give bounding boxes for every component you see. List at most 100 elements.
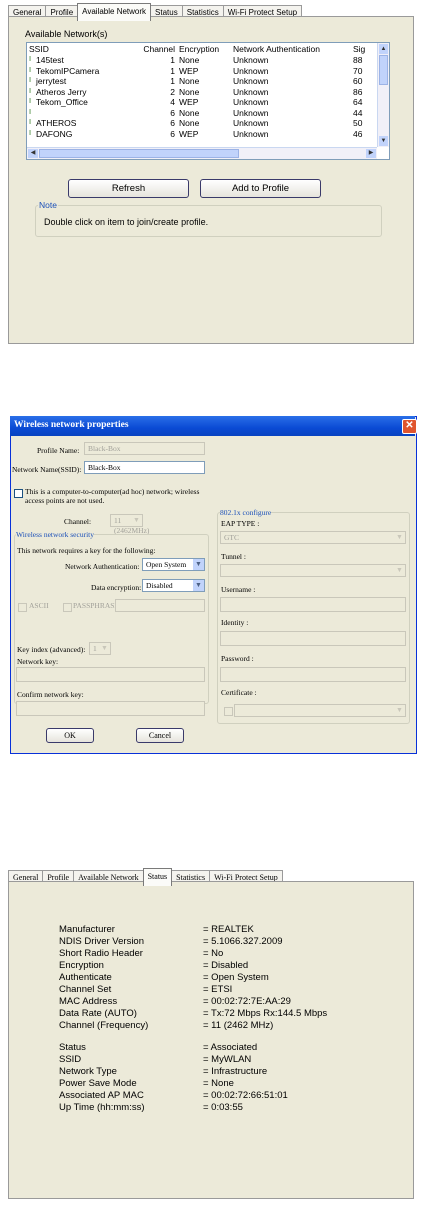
table-row[interactable]: Ⅰ 145test 1 None Unknown 88 xyxy=(27,55,387,66)
note-title: Note xyxy=(38,200,58,210)
table-row[interactable]: Ⅰ Tekom_Office 4 WEP Unknown 64 xyxy=(27,97,387,108)
status-value: = 11 (2462 MHz) xyxy=(203,1020,274,1031)
username-field[interactable] xyxy=(220,597,406,612)
chevron-down-icon: ▼ xyxy=(394,532,405,543)
chevron-down-icon: ▼ xyxy=(394,565,405,576)
status-label: Up Time (hh:mm:ss) xyxy=(59,1102,145,1113)
network-name-field[interactable]: Black-Box xyxy=(84,461,205,474)
wireless-signal-icon: Ⅰ xyxy=(29,66,32,74)
chevron-down-icon: ▼ xyxy=(99,643,110,654)
horizontal-scroll-thumb[interactable] xyxy=(39,149,239,158)
status-value: = 00:02:72:66:51:01 xyxy=(203,1090,288,1101)
status-label: MAC Address xyxy=(59,996,118,1007)
certificate-label: Certificate : xyxy=(221,688,257,697)
security-group-title: Wireless network security xyxy=(16,530,95,539)
data-encryption-select[interactable]: Disabled ▼ xyxy=(142,579,205,592)
security-intro-text: This network requires a key for the foll… xyxy=(17,546,156,555)
passphrase-checkbox[interactable] xyxy=(63,603,72,612)
wireless-signal-icon: Ⅰ xyxy=(29,87,32,95)
add-to-profile-button[interactable]: Add to Profile xyxy=(200,179,321,198)
scroll-left-arrow-icon[interactable]: ◀ xyxy=(28,149,38,158)
wireless-signal-icon: Ⅰ xyxy=(29,56,32,64)
confirm-key-label: Confirm network key: xyxy=(17,690,84,699)
table-row[interactable]: Ⅰjerrytest 1 None Unknown 60 xyxy=(27,76,387,87)
cancel-button[interactable]: Cancel xyxy=(136,728,184,743)
status-label: Channel (Frequency) xyxy=(59,1020,149,1031)
status-label: Short Radio Header xyxy=(59,948,143,959)
dialog-title: Wireless network properties xyxy=(14,420,129,430)
status-value: = MyWLAN xyxy=(203,1054,252,1065)
network-list[interactable]: SSID Channel Encryption Network Authenti… xyxy=(26,42,390,160)
status-label: NDIS Driver Version xyxy=(59,936,144,947)
network-key-field[interactable] xyxy=(16,667,205,682)
status-label: Status xyxy=(59,1042,86,1053)
table-row[interactable]: Ⅰ DAFONG 6 WEP Unknown 46 xyxy=(27,129,387,140)
eap-type-select[interactable]: GTC ▼ xyxy=(220,531,406,544)
status-value: = None xyxy=(203,1078,234,1089)
column-header-channel[interactable]: Channel xyxy=(135,43,177,55)
confirm-key-field[interactable] xyxy=(16,701,205,716)
adhoc-label-line2: access points are not used. xyxy=(25,496,105,505)
network-auth-label: Network Authentication: xyxy=(65,562,140,571)
network-auth-select[interactable]: Open System ▼ xyxy=(142,558,205,571)
passphrase-field[interactable] xyxy=(115,599,205,612)
table-row[interactable]: Ⅰ Atheros Jerry 2 None Unknown 86 xyxy=(27,87,387,98)
identity-label: Identity : xyxy=(221,618,249,627)
ascii-label: ASCII xyxy=(29,601,49,610)
status-value: = 5.1066.327.2009 xyxy=(203,936,283,947)
scroll-down-arrow-icon[interactable]: ▼ xyxy=(379,136,388,146)
certificate-select[interactable]: ▼ xyxy=(234,704,406,717)
note-text: Double click on item to join/create prof… xyxy=(44,217,209,227)
tunnel-select[interactable]: ▼ xyxy=(220,564,406,577)
status-value: = Disabled xyxy=(203,960,249,971)
refresh-button[interactable]: Refresh xyxy=(68,179,189,198)
wireless-signal-icon: Ⅰ xyxy=(29,119,32,127)
wireless-signal-icon: Ⅰ xyxy=(29,98,32,106)
vertical-scroll-thumb[interactable] xyxy=(379,55,388,85)
ok-button[interactable]: OK xyxy=(46,728,94,743)
status-label: Manufacturer xyxy=(59,924,115,935)
column-header-authentication[interactable]: Network Authentication xyxy=(231,43,351,55)
chevron-down-icon: ▼ xyxy=(193,580,204,591)
wireless-signal-icon: Ⅰ xyxy=(29,108,32,116)
identity-field[interactable] xyxy=(220,631,406,646)
status-label: Encryption xyxy=(59,960,104,971)
status-value: = REALTEK xyxy=(203,924,254,935)
status-label: Network Type xyxy=(59,1066,117,1077)
profile-name-label: Profile Name: xyxy=(37,446,80,455)
status-label: Data Rate (AUTO) xyxy=(59,1008,137,1019)
dot1x-group-title: 802.1x configure xyxy=(220,508,272,517)
status-label: SSID xyxy=(59,1054,82,1065)
eap-type-label: EAP TYPE : xyxy=(221,519,260,528)
scroll-right-arrow-icon[interactable]: ▶ xyxy=(366,149,376,158)
key-index-select[interactable]: 1 ▼ xyxy=(89,642,111,655)
channel-select[interactable]: 11 (2462MHz) ▼ xyxy=(110,514,149,535)
scroll-up-arrow-icon[interactable]: ▲ xyxy=(379,44,388,54)
status-label: Channel Set xyxy=(59,984,112,995)
profile-name-field[interactable]: Black-Box xyxy=(84,442,205,455)
vertical-scrollbar[interactable]: ▲ ▼ xyxy=(377,43,389,147)
tab-available-network[interactable]: Available Network xyxy=(77,3,152,21)
column-header-encryption[interactable]: Encryption xyxy=(177,43,231,55)
table-row[interactable]: Ⅰ TekomIPCamera 1 WEP Unknown 70 xyxy=(27,66,387,77)
wireless-signal-icon: Ⅰ xyxy=(29,129,32,137)
adhoc-checkbox[interactable] xyxy=(14,489,23,498)
status-value: = Tx:72 Mbps Rx:144.5 Mbps xyxy=(203,1008,328,1019)
status-value: = 0:03:55 xyxy=(203,1102,243,1113)
table-row[interactable]: Ⅰ 6 None Unknown 44 xyxy=(27,108,387,119)
table-row[interactable]: Ⅰ ATHEROS 6 None Unknown 50 xyxy=(27,118,387,129)
status-value: = Infrastructure xyxy=(203,1066,268,1077)
chevron-down-icon: ▼ xyxy=(131,515,142,526)
passphrase-label: PASSPHRASE xyxy=(73,601,119,610)
close-icon[interactable]: ✕ xyxy=(402,419,417,434)
tab-status[interactable]: Status xyxy=(142,868,173,886)
password-field[interactable] xyxy=(220,667,406,682)
ascii-checkbox[interactable] xyxy=(18,603,27,612)
status-label: Authenticate xyxy=(59,972,112,983)
column-header-ssid[interactable]: SSID xyxy=(27,43,135,55)
certificate-checkbox[interactable] xyxy=(224,707,233,716)
network-name-label: Network Name(SSID): xyxy=(12,465,82,474)
horizontal-scrollbar[interactable]: ◀ ▶ xyxy=(27,147,377,159)
status-value: = No xyxy=(203,948,224,959)
wireless-signal-icon: Ⅰ xyxy=(29,77,32,85)
